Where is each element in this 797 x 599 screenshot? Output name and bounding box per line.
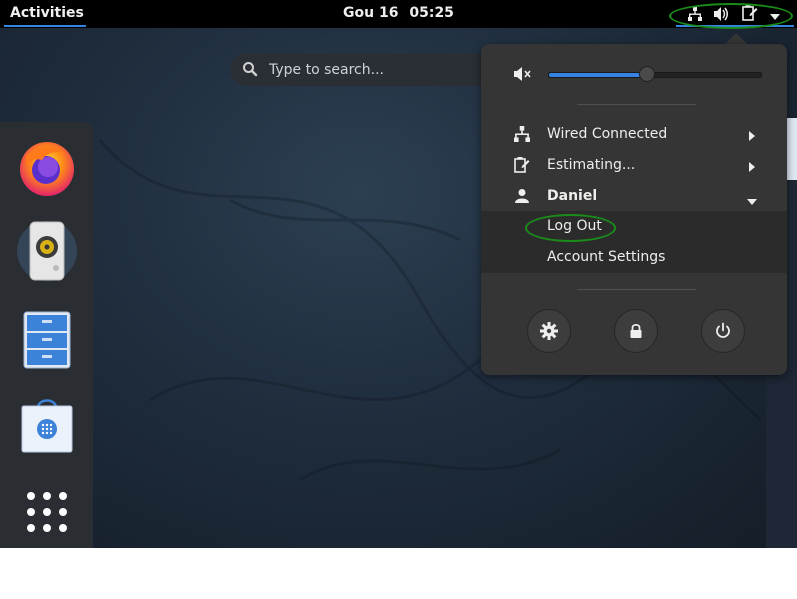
user-icon [514, 188, 530, 204]
search-input[interactable] [267, 60, 491, 80]
annotation-ellipse-tray [669, 3, 793, 29]
files-icon [23, 311, 71, 369]
battery-estimating-icon [514, 157, 530, 173]
menu-item-account-settings[interactable]: Account Settings [481, 242, 787, 273]
power-icon [716, 322, 730, 338]
volume-slider[interactable] [548, 66, 762, 82]
settings-icon [540, 322, 558, 340]
volume-slider-handle[interactable] [638, 66, 655, 82]
dash-item-rhythmbox[interactable] [14, 218, 80, 284]
chevron-right-icon [749, 160, 755, 176]
clock-date: Gou 16 [343, 5, 399, 21]
settings-button[interactable] [527, 309, 571, 353]
user-submenu: Log Out Account Settings [481, 211, 787, 273]
clock-time: 05:25 [409, 5, 454, 21]
rhythmbox-icon [17, 221, 77, 281]
menu-item-label: Account Settings [547, 249, 666, 265]
show-apps-button[interactable] [14, 479, 80, 545]
dash-item-firefox[interactable] [14, 134, 80, 200]
chevron-down-icon [747, 193, 757, 209]
software-icon [21, 399, 73, 453]
search-bar[interactable] [230, 53, 500, 86]
menu-separator [577, 289, 696, 290]
search-icon [242, 61, 258, 81]
menu-item-label: Estimating... [547, 157, 636, 173]
network-wired-icon [514, 126, 530, 142]
volume-slider-fill [549, 73, 647, 77]
volume-muted-icon[interactable] [514, 66, 532, 86]
menu-item-label: Wired Connected [547, 126, 668, 142]
lock-icon [630, 323, 642, 338]
menu-separator [577, 104, 696, 105]
menu-item-user[interactable]: Daniel [481, 181, 787, 212]
menu-item-battery[interactable]: Estimating... [481, 150, 787, 181]
lock-button[interactable] [614, 309, 658, 353]
show-apps-icon [27, 492, 67, 532]
annotation-ellipse-logout [525, 214, 616, 242]
activities-underline [4, 25, 86, 27]
chevron-right-icon [749, 129, 755, 145]
firefox-icon [20, 142, 74, 196]
dash [0, 122, 93, 548]
dash-item-files[interactable] [14, 307, 80, 373]
menu-item-wired[interactable]: Wired Connected [481, 119, 787, 150]
dash-item-software[interactable] [14, 393, 80, 459]
power-button[interactable] [701, 309, 745, 353]
system-menu: Wired Connected Estimating... Daniel Log… [481, 44, 787, 375]
menu-item-label: Daniel [547, 188, 598, 204]
